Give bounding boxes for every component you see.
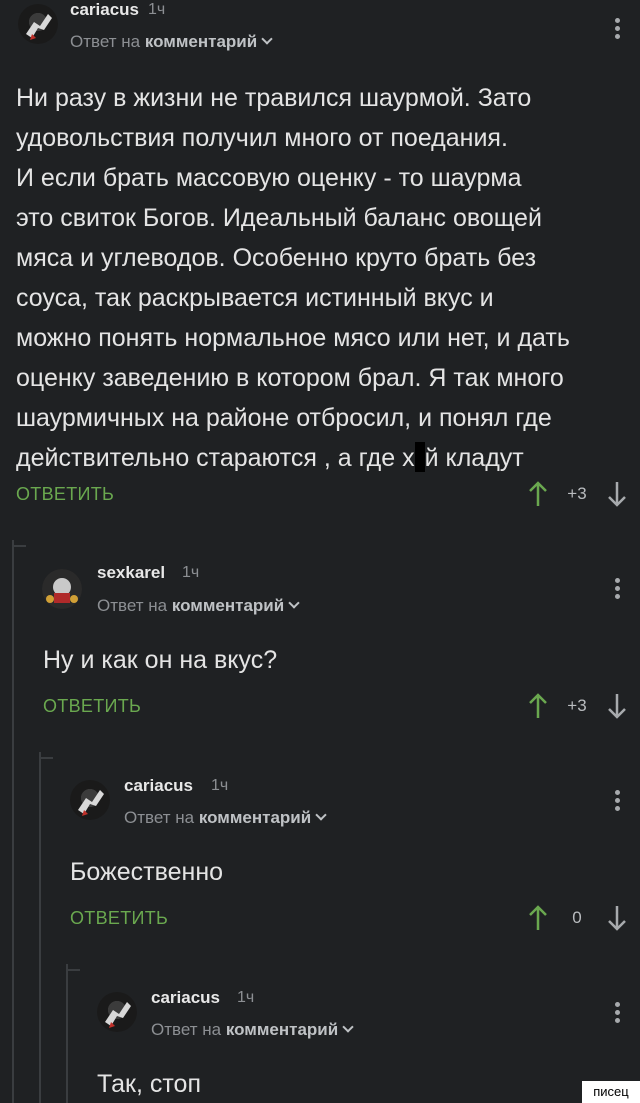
reply-target: комментарий xyxy=(198,808,312,827)
comment-text-part-2: й кладут xyxy=(424,444,524,472)
score: +3 xyxy=(567,696,587,715)
comment-text: Ну и как он на вкус? xyxy=(43,646,278,674)
reply-prefix: Ответ на xyxy=(70,32,141,51)
arrow-down-icon[interactable] xyxy=(607,480,627,508)
timestamp: 1ч xyxy=(148,1,166,18)
thread-line-2 xyxy=(39,752,41,1103)
arrow-up-icon[interactable] xyxy=(528,692,548,720)
arrow-up-icon[interactable] xyxy=(528,480,548,508)
thread-branch-1 xyxy=(12,545,26,547)
comment-text-part-1: Ни разу в жизни не травился шаурмой. Зат… xyxy=(16,84,570,472)
username[interactable]: cariacus xyxy=(70,0,139,20)
avatar-cariacus-icon xyxy=(26,14,52,40)
username[interactable]: sexkarel xyxy=(97,563,165,583)
avatar-cariacus-icon xyxy=(78,790,104,816)
reply-prefix: Ответ на xyxy=(151,1020,222,1039)
chevron-down-icon xyxy=(315,809,327,821)
arrow-down-icon[interactable] xyxy=(607,692,627,720)
more-vertical-icon[interactable] xyxy=(615,578,621,602)
reply-to-link[interactable]: Ответ на комментарий xyxy=(151,1020,354,1040)
reply-to-link[interactable]: Ответ на комментарий xyxy=(97,596,300,616)
username[interactable]: cariacus xyxy=(151,988,220,1008)
more-vertical-icon[interactable] xyxy=(615,1002,621,1026)
score: 0 xyxy=(572,908,582,927)
reply-to-link[interactable]: Ответ на комментарий xyxy=(70,32,273,52)
comment-text: Ни разу в жизни не травился шаурмой. Зат… xyxy=(16,78,631,478)
reply-target: комментарий xyxy=(144,32,258,51)
reply-button[interactable]: ОТВЕТИТЬ xyxy=(70,908,168,929)
reply-to-link[interactable]: Ответ на комментарий xyxy=(124,808,327,828)
thread-branch-2 xyxy=(39,757,53,759)
reply-button[interactable]: ОТВЕТИТЬ xyxy=(43,696,141,717)
chevron-down-icon xyxy=(288,597,300,609)
avatar-sexkarel-icon xyxy=(42,569,82,609)
thread-branch-3 xyxy=(66,969,80,971)
more-vertical-icon[interactable] xyxy=(615,18,621,42)
avatar-cariacus-icon xyxy=(105,1002,131,1028)
timestamp: 1ч xyxy=(182,564,200,581)
comment-text: Божественно xyxy=(70,858,224,886)
timestamp: 1ч xyxy=(211,777,229,794)
more-vertical-icon[interactable] xyxy=(615,790,621,814)
avatar[interactable] xyxy=(70,780,110,820)
username[interactable]: cariacus xyxy=(124,776,193,796)
comment-text: Так, стоп xyxy=(97,1070,201,1098)
avatar[interactable] xyxy=(97,992,137,1032)
arrow-down-icon[interactable] xyxy=(607,904,627,932)
reply-target: комментарий xyxy=(171,596,285,615)
arrow-up-icon[interactable] xyxy=(528,904,548,932)
censor-block xyxy=(414,442,425,472)
timestamp: 1ч xyxy=(237,989,255,1006)
watermark: писец xyxy=(582,1081,640,1103)
chevron-down-icon xyxy=(261,33,273,45)
score: +3 xyxy=(567,484,587,503)
reply-prefix: Ответ на xyxy=(124,808,195,827)
avatar[interactable] xyxy=(18,4,58,44)
chevron-down-icon xyxy=(342,1021,354,1033)
reply-prefix: Ответ на xyxy=(97,596,168,615)
thread-line-3 xyxy=(66,964,68,1103)
reply-target: комментарий xyxy=(225,1020,339,1039)
thread-line-1 xyxy=(12,540,14,1103)
avatar[interactable] xyxy=(42,569,82,609)
reply-button[interactable]: ОТВЕТИТЬ xyxy=(16,484,114,505)
